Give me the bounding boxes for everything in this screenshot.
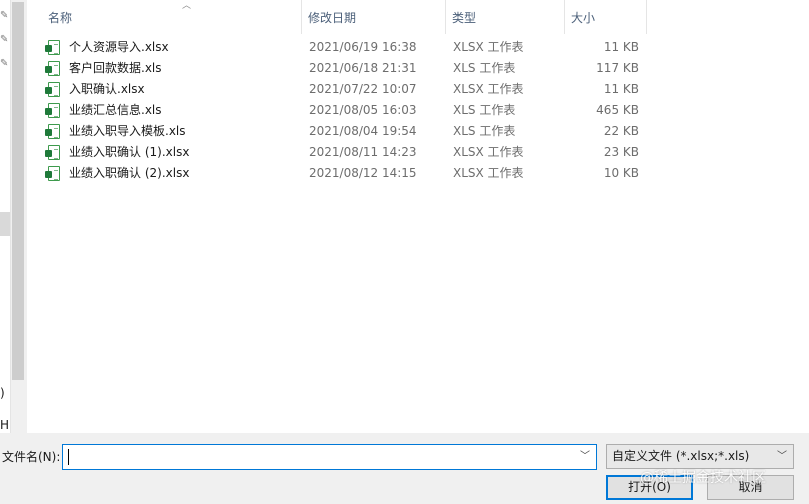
pin-icon: ✎ <box>0 34 9 45</box>
file-type: XLS 工作表 <box>453 61 516 75</box>
file-row[interactable]: 业绩入职确认 (2).xlsx 2021/08/12 14:15 XLSX 工作… <box>27 163 809 184</box>
file-name: 业绩汇总信息.xls <box>69 103 162 117</box>
file-type: XLS 工作表 <box>453 103 516 117</box>
file-size: 23 KB <box>603 145 639 159</box>
nav-item-fragment[interactable]: ) <box>0 386 5 400</box>
file-type: XLSX 工作表 <box>453 40 524 54</box>
file-name: 业绩入职确认 (2).xlsx <box>69 166 190 180</box>
excel-file-icon <box>45 124 60 139</box>
nav-scrollbar-thumb[interactable] <box>12 2 24 380</box>
nav-item-fragment[interactable]: H <box>0 418 9 432</box>
excel-file-icon <box>45 103 60 118</box>
file-row[interactable]: 个人资源导入.xlsx 2021/06/19 16:38 XLSX 工作表 11… <box>27 37 809 58</box>
file-date: 2021/08/05 16:03 <box>309 103 417 117</box>
file-size: 465 KB <box>596 103 639 117</box>
chevron-down-icon[interactable]: ﹀ <box>576 447 594 467</box>
file-name: 业绩入职确认 (1).xlsx <box>69 145 190 159</box>
excel-file-icon <box>45 61 60 76</box>
file-type: XLSX 工作表 <box>453 82 524 96</box>
excel-file-icon <box>45 145 60 160</box>
column-name-label: 名称 <box>48 11 73 25</box>
excel-file-icon <box>45 40 60 55</box>
excel-file-icon <box>45 166 60 181</box>
sort-ascending-icon: ︿ <box>182 1 192 11</box>
file-date: 2021/08/12 14:15 <box>309 166 417 180</box>
column-name[interactable]: 名称 ︿ <box>42 0 302 34</box>
file-type: XLS 工作表 <box>453 124 516 138</box>
file-row[interactable]: 业绩汇总信息.xls 2021/08/05 16:03 XLS 工作表 465 … <box>27 100 809 121</box>
file-size: 117 KB <box>596 61 639 75</box>
column-header: 名称 ︿ 修改日期 类型 大小 <box>27 0 809 34</box>
pin-icon: ✎ <box>0 10 9 21</box>
open-button[interactable]: 打开(O) <box>606 475 693 500</box>
file-name: 客户回款数据.xls <box>69 61 162 75</box>
file-date: 2021/07/22 10:07 <box>309 82 417 96</box>
text-caret <box>68 449 69 465</box>
chevron-down-icon: ﹀ <box>777 451 787 462</box>
file-row[interactable]: 入职确认.xlsx 2021/07/22 10:07 XLSX 工作表 11 K… <box>27 79 809 100</box>
file-row[interactable]: 业绩入职确认 (1).xlsx 2021/08/11 14:23 XLSX 工作… <box>27 142 809 163</box>
file-row[interactable]: 业绩入职导入模板.xls 2021/08/04 19:54 XLS 工作表 22… <box>27 121 809 142</box>
file-name: 个人资源导入.xlsx <box>69 40 169 54</box>
file-type: XLSX 工作表 <box>453 166 524 180</box>
file-name: 入职确认.xlsx <box>69 82 145 96</box>
file-size: 11 KB <box>603 40 639 54</box>
column-date[interactable]: 修改日期 <box>302 0 446 34</box>
file-date: 2021/08/11 14:23 <box>309 145 417 159</box>
nav-selected-item[interactable] <box>0 212 10 236</box>
file-type-filter-select[interactable]: 自定义文件 (*.xlsx;*.xls) ﹀ <box>606 444 794 469</box>
column-type[interactable]: 类型 <box>446 0 565 34</box>
file-size: 10 KB <box>603 166 639 180</box>
file-date: 2021/06/19 16:38 <box>309 40 417 54</box>
file-size: 11 KB <box>603 82 639 96</box>
file-date: 2021/08/04 19:54 <box>309 124 417 138</box>
column-size[interactable]: 大小 <box>565 0 647 34</box>
column-size-label: 大小 <box>571 11 596 25</box>
file-type-filter-value: 自定义文件 (*.xlsx;*.xls) <box>612 449 750 463</box>
filename-input[interactable] <box>62 444 597 470</box>
excel-file-icon <box>45 82 60 97</box>
file-row[interactable]: 客户回款数据.xls 2021/06/18 21:31 XLS 工作表 117 … <box>27 58 809 79</box>
file-rows: 个人资源导入.xlsx 2021/06/19 16:38 XLSX 工作表 11… <box>27 37 809 184</box>
column-date-label: 修改日期 <box>308 11 357 25</box>
file-list: 名称 ︿ 修改日期 类型 大小 个人资源导入.xlsx 2021/06/19 1… <box>27 0 809 433</box>
filename-label: 文件名(N): <box>2 450 61 464</box>
file-size: 22 KB <box>603 124 639 138</box>
file-name: 业绩入职导入模板.xls <box>69 124 186 138</box>
cancel-button[interactable]: 取消 <box>707 475 794 500</box>
pin-icon: ✎ <box>0 58 9 69</box>
file-type: XLSX 工作表 <box>453 145 524 159</box>
file-date: 2021/06/18 21:31 <box>309 61 417 75</box>
column-type-label: 类型 <box>452 11 477 25</box>
